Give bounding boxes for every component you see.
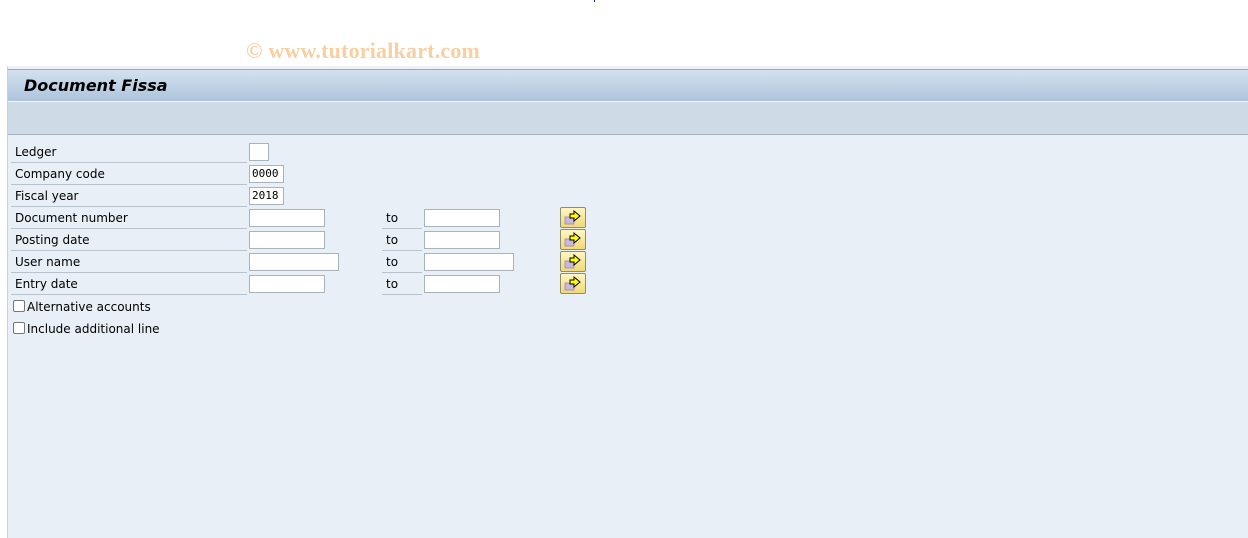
document-number-to-input[interactable] <box>424 209 500 227</box>
user-name-from-input[interactable] <box>249 253 339 271</box>
alternative-accounts-label: Alternative accounts <box>27 300 151 314</box>
sap-screen: Document Fissa Ledger Company code 0000 … <box>7 66 1248 538</box>
document-number-label: Document number <box>11 208 247 229</box>
fiscal-year-input[interactable]: 2018 <box>249 187 284 205</box>
document-number-multiple-selection-button[interactable] <box>560 207 586 228</box>
posting-date-to-label: to <box>382 230 422 251</box>
user-name-multiple-selection-button[interactable] <box>560 251 586 272</box>
company-code-label: Company code <box>11 164 247 185</box>
entry-date-to-label: to <box>382 274 422 295</box>
alternative-accounts-checkbox[interactable] <box>13 300 25 312</box>
document-number-from-input[interactable] <box>249 209 325 227</box>
entry-date-multiple-selection-button[interactable] <box>560 273 586 294</box>
application-toolbar <box>8 102 1248 135</box>
fiscal-year-label: Fiscal year <box>11 186 247 207</box>
include-additional-line-label: Include additional line <box>27 322 160 336</box>
decorative-dot <box>594 0 595 2</box>
watermark: © www.tutorialkart.com <box>246 38 481 63</box>
company-code-input[interactable]: 0000 <box>249 165 284 183</box>
include-additional-line-checkbox[interactable] <box>13 322 25 334</box>
entry-date-from-input[interactable] <box>249 275 325 293</box>
posting-date-label: Posting date <box>11 230 247 251</box>
page-title: Document Fissa <box>24 76 168 95</box>
title-bar: Document Fissa <box>8 69 1248 102</box>
user-name-to-input[interactable] <box>424 253 514 271</box>
entry-date-to-input[interactable] <box>424 275 500 293</box>
ledger-input[interactable] <box>249 143 269 161</box>
multiple-selection-icon <box>564 232 581 247</box>
user-name-to-label: to <box>382 252 422 273</box>
posting-date-to-input[interactable] <box>424 231 500 249</box>
multiple-selection-icon <box>564 254 581 269</box>
posting-date-from-input[interactable] <box>249 231 325 249</box>
ledger-label: Ledger <box>11 142 247 163</box>
document-number-to-label: to <box>382 208 422 229</box>
multiple-selection-icon <box>564 210 581 225</box>
posting-date-multiple-selection-button[interactable] <box>560 229 586 250</box>
entry-date-label: Entry date <box>11 274 247 295</box>
user-name-label: User name <box>11 252 247 273</box>
multiple-selection-icon <box>564 276 581 291</box>
